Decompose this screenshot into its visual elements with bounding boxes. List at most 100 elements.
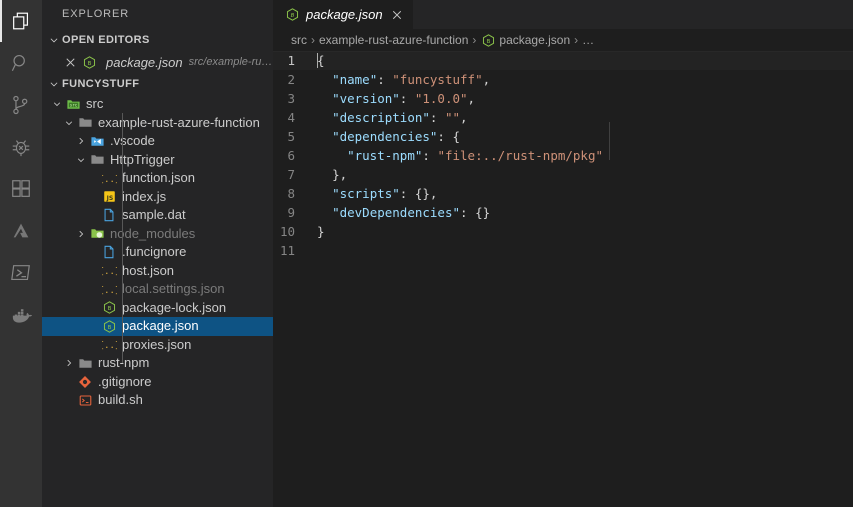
code-text: "version": "1.0.0", (332, 91, 476, 106)
chevron-down-icon[interactable] (74, 151, 88, 169)
chevron-down-icon[interactable] (50, 95, 64, 113)
tree-folder-src[interactable]: src src (42, 95, 273, 114)
npm-icon: B (100, 300, 118, 316)
docker-icon[interactable] (0, 294, 42, 336)
explorer-sidebar: EXPLORER OPEN EDITORS B package.json src… (42, 0, 273, 507)
tree-file-index.js[interactable]: JS index.js (42, 188, 273, 207)
line-number: 8 (287, 186, 295, 201)
line-number: 11 (279, 243, 295, 258)
tree-file-build.sh[interactable]: build.sh (42, 391, 273, 410)
sidebar-title: EXPLORER (62, 8, 130, 20)
git-icon (76, 374, 94, 390)
azure-icon[interactable] (0, 210, 42, 252)
powershell-icon[interactable] (0, 252, 42, 294)
svg-text:B: B (487, 38, 491, 44)
json-icon: {..} (100, 170, 118, 186)
tree-file-host.json[interactable]: {..} host.json (42, 262, 273, 281)
tree-folder-example-rust-azure-function[interactable]: example-rust-azure-function (42, 114, 273, 133)
tab-package-json[interactable]: B package.json (273, 0, 413, 29)
source-control-icon[interactable] (0, 84, 42, 126)
section-open-editors[interactable]: OPEN EDITORS (42, 29, 273, 51)
tree-item-label: .gitignore (98, 373, 152, 389)
code-line[interactable]: 2 "name": "funcystuff", (273, 70, 853, 89)
tree-folder-HttpTrigger[interactable]: HttpTrigger (42, 151, 273, 170)
breadcrumb-item[interactable]: src (291, 33, 307, 47)
document-icon (100, 244, 118, 260)
breadcrumb-item[interactable]: Bpackage.json (480, 32, 570, 48)
code-line[interactable]: 7 }, (273, 165, 853, 184)
explorer-icon[interactable] (0, 0, 42, 42)
close-icon[interactable] (389, 7, 405, 23)
code-line[interactable]: 4 "description": "", (273, 108, 853, 127)
svg-text:{..}: {..} (102, 267, 117, 277)
search-icon[interactable] (0, 42, 42, 84)
code-text: "scripts": {}, (332, 186, 438, 201)
open-editor-item[interactable]: B package.json src/example-rust-azur... (42, 51, 273, 73)
chevron-down-icon[interactable] (62, 114, 76, 132)
tree-file-sample.dat[interactable]: sample.dat (42, 206, 273, 225)
code-line[interactable]: 10} (273, 222, 853, 241)
svg-text:{..}: {..} (102, 175, 117, 185)
svg-text:B: B (87, 60, 91, 66)
code-line[interactable]: 9 "devDependencies": {} (273, 203, 853, 222)
code-text: { (317, 53, 325, 68)
breadcrumb-label: example-rust-azure-function (319, 33, 469, 47)
svg-text:JS: JS (105, 195, 113, 202)
tree-item-label: package-lock.json (122, 299, 227, 315)
chevron-down-icon (46, 29, 62, 51)
tree-file-package.json[interactable]: Bpackage.json (42, 317, 273, 336)
tree-file-.funcignore[interactable]: .funcignore (42, 243, 273, 262)
tree-file-local.settings.json[interactable]: {..} local.settings.json (42, 280, 273, 299)
tree-folder-node_modules[interactable]: node_modules (42, 225, 273, 244)
svg-text:{..}: {..} (102, 341, 117, 351)
code-editor[interactable]: 1{2 "name": "funcystuff", 3 "version": "1… (273, 51, 853, 507)
code-line[interactable]: 1{ (273, 51, 853, 70)
chevron-down-icon (46, 73, 62, 95)
tree-file-proxies.json[interactable]: {..} proxies.json (42, 336, 273, 355)
tab-bar: B package.json (273, 0, 853, 29)
tree-folder-rust-npm[interactable]: rust-npm (42, 354, 273, 373)
line-number: 2 (287, 72, 295, 87)
chevron-right-icon[interactable] (74, 225, 88, 243)
tree-file-function.json[interactable]: {..} function.json (42, 169, 273, 188)
breadcrumb-item[interactable]: … (582, 33, 594, 47)
svg-text:B: B (107, 325, 111, 331)
json-icon: {..} (100, 263, 118, 279)
tree-file-.gitignore[interactable]: .gitignore (42, 373, 273, 392)
code-line[interactable]: 6 "rust-npm": "file:../rust-npm/pkg" (273, 146, 853, 165)
chevron-right-icon[interactable] (74, 132, 88, 150)
editor-area: B package.json src › example-rust-azure-fu… (273, 0, 853, 507)
tree-folder-.vscode[interactable]: .vscode (42, 132, 273, 151)
tree-item-label: proxies.json (122, 336, 192, 352)
tree-item-label: local.settings.json (122, 281, 225, 297)
code-line[interactable]: 8 "scripts": {}, (273, 184, 853, 203)
code-text: "dependencies": { (332, 129, 461, 144)
document-icon (100, 207, 118, 223)
breadcrumb-separator: › (311, 33, 315, 47)
tree-indent-guide (122, 113, 123, 363)
code-text: } (317, 224, 325, 239)
extensions-icon[interactable] (0, 168, 42, 210)
code-line[interactable]: 11 (273, 241, 853, 260)
line-number: 7 (287, 167, 295, 182)
tree-file-package-lock.json[interactable]: Bpackage-lock.json (42, 299, 273, 318)
chevron-right-icon[interactable] (62, 354, 76, 372)
section-workspace-label: FUNCYSTUFF (62, 78, 140, 90)
tree-item-label: index.js (122, 188, 167, 204)
npm-icon: B (480, 32, 496, 48)
code-line[interactable]: 5 "dependencies": { (273, 127, 853, 146)
close-icon[interactable] (62, 54, 78, 70)
folder-node-icon (88, 226, 106, 242)
breadcrumb[interactable]: src › example-rust-azure-function › Bpackage… (273, 29, 853, 51)
json-icon: {..} (100, 337, 118, 353)
tree-item-label: function.json (122, 170, 195, 186)
breadcrumb-label: package.json (499, 33, 571, 47)
tree-item-label: package.json (122, 318, 199, 334)
breadcrumb-item[interactable]: example-rust-azure-function (319, 33, 468, 47)
npm-icon: B (80, 54, 98, 70)
svg-text:B: B (290, 13, 294, 19)
section-workspace[interactable]: FUNCYSTUFF (42, 73, 273, 95)
code-line[interactable]: 3 "version": "1.0.0", (273, 89, 853, 108)
debug-icon[interactable] (0, 126, 42, 168)
vscode-window: EXPLORER OPEN EDITORS B package.json src… (0, 0, 853, 507)
